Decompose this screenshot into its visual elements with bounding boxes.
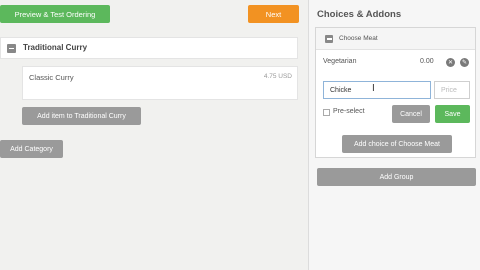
add-group-button[interactable]: Add Group <box>317 168 476 186</box>
category-name: Traditional Curry <box>23 43 88 52</box>
text-cursor-icon: I <box>372 83 375 94</box>
choice-name-input[interactable]: Chicke I <box>323 81 431 99</box>
group-name: Choose Meat <box>339 35 378 42</box>
menu-item[interactable]: Classic Curry 4.75 USD <box>22 66 298 100</box>
save-button[interactable]: Save <box>435 105 470 123</box>
preview-test-ordering-button[interactable]: Preview & Test Ordering <box>0 5 110 23</box>
choice-price: 0.00 <box>420 58 434 65</box>
choice-row: Vegetarian 0.00 ✕ ✎ <box>316 54 475 72</box>
cancel-button[interactable]: Cancel <box>392 105 430 123</box>
add-item-button[interactable]: Add item to Traditional Curry <box>22 107 141 125</box>
preselect-label: Pre-select <box>333 108 365 115</box>
delete-choice-icon[interactable]: ✕ <box>446 58 455 67</box>
item-price: 4.75 USD <box>263 73 292 80</box>
choice-name: Vegetarian <box>323 58 357 65</box>
edit-choice-icon[interactable]: ✎ <box>460 58 469 67</box>
choice-name-value: Chicke <box>330 86 352 94</box>
item-name: Classic Curry <box>29 73 74 82</box>
next-button[interactable]: Next <box>248 5 299 23</box>
choice-price-input[interactable]: Price <box>434 81 470 99</box>
group-header[interactable]: Choose Meat <box>316 28 475 50</box>
addon-group-card: Choose Meat Vegetarian 0.00 ✕ ✎ Chicke I… <box>315 27 476 158</box>
add-category-button[interactable]: Add Category <box>0 140 63 158</box>
choices-addons-panel: Choices & Addons Choose Meat Vegetarian … <box>308 0 480 270</box>
category-header[interactable]: Traditional Curry <box>0 37 298 59</box>
add-choice-button[interactable]: Add choice of Choose Meat <box>342 135 452 153</box>
collapse-icon[interactable] <box>7 44 16 53</box>
preselect-checkbox[interactable] <box>323 109 330 116</box>
collapse-icon[interactable] <box>325 35 333 43</box>
panel-title: Choices & Addons <box>317 9 402 20</box>
